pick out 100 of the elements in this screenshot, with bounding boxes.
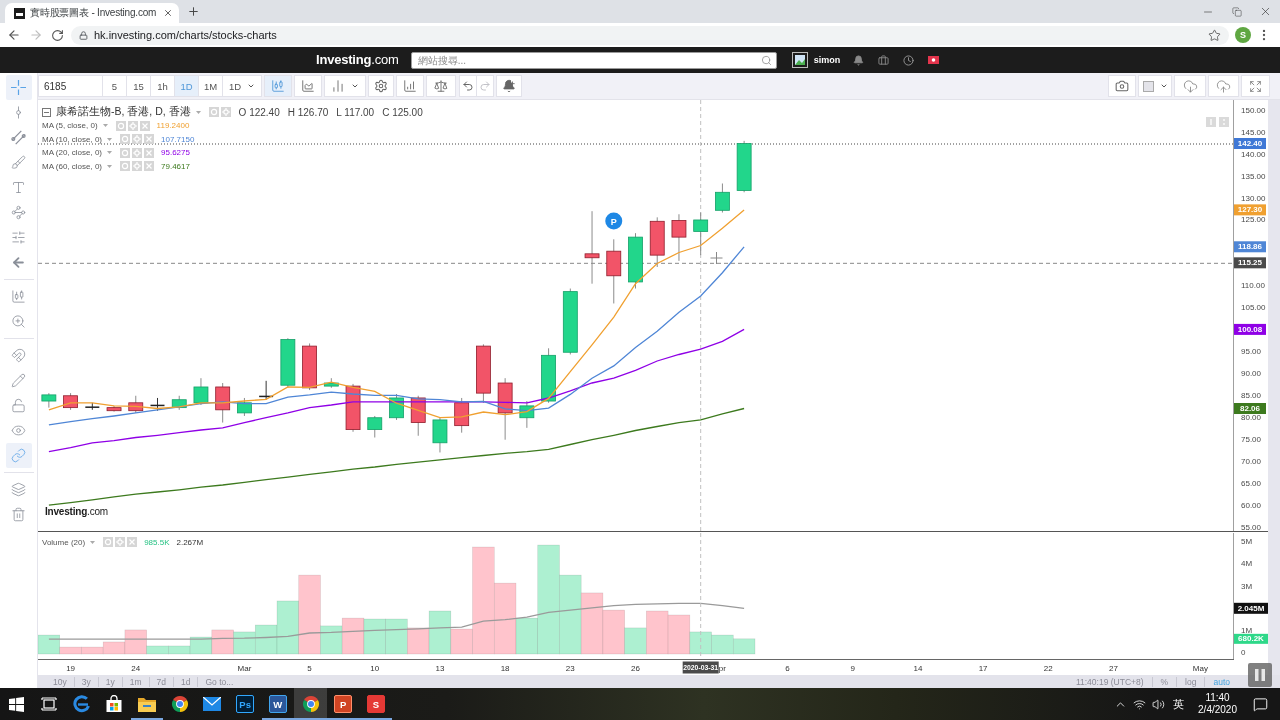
settings-icon[interactable] <box>132 147 143 158</box>
square-icon <box>1142 80 1154 92</box>
chart-type-button[interactable] <box>294 75 322 97</box>
caret-icon[interactable] <box>107 164 113 168</box>
price-axis-label: 105.00 <box>1241 303 1266 313</box>
taskbar-button[interactable]: W <box>261 688 295 720</box>
reload-icon[interactable] <box>51 28 64 42</box>
cloud-upload-icon <box>1216 78 1231 94</box>
visibility-icon[interactable] <box>120 147 131 158</box>
undo-button[interactable] <box>459 75 477 97</box>
compare-button[interactable] <box>426 75 456 97</box>
fullscreen-button[interactable] <box>1241 75 1270 97</box>
indicator-name: Volume (20) <box>42 537 86 547</box>
symbol-field[interactable]: 6185 <box>38 75 103 97</box>
caret-icon <box>247 82 256 90</box>
settings-icon[interactable] <box>132 134 143 145</box>
app-logo: W <box>268 695 287 713</box>
candlestick <box>519 400 535 429</box>
candlestick <box>454 397 470 434</box>
layout-button[interactable] <box>1138 75 1172 97</box>
load-button[interactable] <box>1174 75 1206 97</box>
taskbar-time[interactable]: 11:40 <box>1205 692 1230 704</box>
settings-icon[interactable] <box>132 161 143 172</box>
settings-icon[interactable] <box>115 537 126 547</box>
candlestick <box>432 417 448 453</box>
briefcase-icon[interactable] <box>878 54 890 66</box>
taskbar-date[interactable]: 2/4/2020 <box>1198 704 1237 716</box>
indicator-price-tag: 118.86 <box>1234 241 1266 253</box>
speaker-icon[interactable] <box>1152 697 1166 711</box>
ohlc-value: C 125.00 <box>382 106 423 118</box>
date-axis-label: 19 <box>66 663 76 673</box>
candlestick <box>562 288 578 355</box>
caret-icon[interactable] <box>102 124 108 128</box>
taskbar-button[interactable] <box>294 688 327 720</box>
drawing-tool-button[interactable] <box>5 443 32 468</box>
caret-icon[interactable] <box>195 110 201 114</box>
taskbar-button[interactable]: Ps <box>228 688 262 720</box>
visibility-icon[interactable] <box>120 134 131 145</box>
site-favicon-icon <box>14 7 25 19</box>
candlestick <box>128 395 144 414</box>
cloud-download-icon <box>1182 78 1198 94</box>
wifi-icon[interactable] <box>1133 697 1147 711</box>
visibility-icon[interactable] <box>208 107 219 117</box>
settings-icon[interactable] <box>127 120 138 131</box>
settings-icon[interactable] <box>220 107 231 117</box>
pause-icon[interactable] <box>1248 663 1272 687</box>
pane-control-icon[interactable] <box>1219 117 1229 127</box>
caret-icon[interactable] <box>90 540 96 544</box>
search-field[interactable]: 網站搜尋... <box>410 51 777 69</box>
price-axis-label: 150.00 <box>1241 105 1266 115</box>
visibility-icon[interactable] <box>120 161 131 172</box>
price-axis-label: 55.00 <box>1241 523 1262 532</box>
image-placeholder-icon[interactable] <box>791 52 808 68</box>
browser-tab[interactable]: 實時股票圖表 - Investing.com <box>5 3 179 23</box>
price-axis-label: 80.00 <box>1241 413 1262 423</box>
candlestick <box>258 380 274 401</box>
chart-type-button[interactable] <box>264 75 292 97</box>
price-axis-label: 85.00 <box>1241 391 1262 401</box>
four-squares-icon <box>8 696 24 712</box>
collapse-icon[interactable] <box>42 107 51 117</box>
caret-icon[interactable] <box>107 151 113 155</box>
clock-icon[interactable] <box>903 54 915 66</box>
candles-icon <box>11 289 26 304</box>
indicator-value: 107.7150 <box>161 134 195 144</box>
input-method-indicator[interactable]: 英 <box>1173 696 1185 712</box>
taskbar-button[interactable]: S <box>359 688 393 720</box>
event-marker[interactable]: P <box>605 212 623 230</box>
layers-icon <box>11 482 26 497</box>
back-icon[interactable] <box>7 28 21 42</box>
ring-logo-icon <box>170 695 189 713</box>
candlestick <box>367 415 383 438</box>
drawing-tool-button[interactable] <box>5 75 32 100</box>
settings-button[interactable] <box>368 75 394 97</box>
username[interactable]: simon <box>813 55 841 65</box>
close-icon[interactable] <box>1259 5 1272 18</box>
site-logo[interactable]: Investing.com <box>316 50 399 70</box>
snapshot-button[interactable] <box>1108 75 1136 97</box>
alert-button[interactable] <box>496 75 522 97</box>
bell-icon[interactable] <box>853 54 865 66</box>
interval-button[interactable]: 1M <box>198 75 223 97</box>
taskbar-button[interactable]: P <box>326 688 360 720</box>
new-tab-icon[interactable] <box>187 5 200 18</box>
visibility-icon[interactable] <box>115 120 126 131</box>
save-button[interactable] <box>1208 75 1239 97</box>
bookmark-star-icon[interactable] <box>1208 28 1221 42</box>
visibility-icon[interactable] <box>103 537 114 547</box>
flag-icon[interactable] <box>928 56 940 64</box>
pane-control-icon[interactable] <box>1206 117 1216 127</box>
address-bar[interactable]: hk.investing.com/charts/stocks-charts <box>71 25 1229 45</box>
close-icon[interactable] <box>163 8 173 18</box>
caret-icon[interactable] <box>107 137 113 141</box>
notification-icon[interactable] <box>1253 696 1268 712</box>
interval-dropdown[interactable]: 1D <box>222 75 262 97</box>
candlestick <box>41 392 57 409</box>
interval-button[interactable]: 1h <box>150 75 175 97</box>
restore-icon[interactable] <box>1231 6 1242 17</box>
interval-button[interactable]: 15 <box>126 75 151 97</box>
volume-average-value: 2.267M <box>176 537 204 547</box>
search-icon[interactable] <box>760 54 772 66</box>
indicators-button[interactable] <box>396 75 424 97</box>
